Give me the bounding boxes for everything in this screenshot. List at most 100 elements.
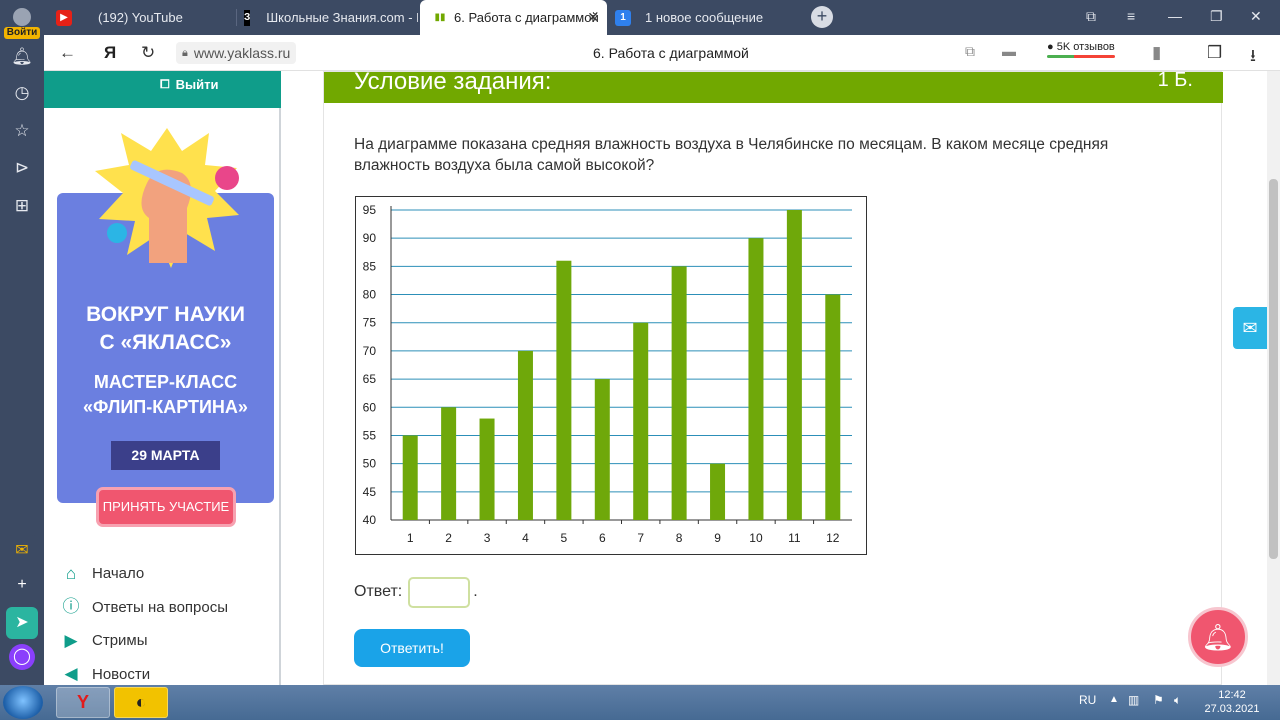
- flag-icon[interactable]: ⚑: [1153, 693, 1164, 707]
- promo-title-line1: ВОКРУГ НАУКИ: [86, 303, 245, 326]
- answer-input[interactable]: [408, 576, 471, 608]
- logout-icon: ⧠: [160, 77, 170, 91]
- language-indicator[interactable]: RU: [1079, 693, 1096, 707]
- page-title: 6. Работа с диаграммой: [593, 45, 749, 61]
- app-taskbar-icon[interactable]: ◐: [114, 687, 168, 718]
- y-tick-label: 90: [363, 231, 377, 245]
- answer-row: Ответ: .: [354, 576, 478, 608]
- nav-item-label: Стримы: [92, 632, 148, 650]
- window-close-icon[interactable]: ✕: [1250, 8, 1262, 25]
- tab-znania[interactable]: З Школьные Знания.com - Р: [244, 0, 418, 35]
- start-button[interactable]: [3, 686, 43, 719]
- close-icon[interactable]: ✕: [587, 9, 599, 26]
- nav-item-label: Ответы на вопросы: [92, 598, 229, 616]
- chat-icon[interactable]: ▬: [1002, 43, 1016, 59]
- tabs-icon[interactable]: ⧉: [1086, 8, 1096, 25]
- url-field[interactable]: 🔒︎ www.yaklass.ru: [176, 42, 297, 64]
- nav-item-streams[interactable]: ▶ Стримы: [60, 624, 270, 658]
- yandex-icon[interactable]: Я: [104, 43, 116, 63]
- mail-icon[interactable]: ✉: [6, 535, 38, 567]
- clock-time: 12:42: [1218, 689, 1246, 701]
- humidity-chart: 40 45 50 55 60 65 70 75 80 85 90 95 1 2 3 4 5 6 7 8 9 10 11 12: [355, 196, 867, 555]
- zen-icon[interactable]: ➤: [6, 607, 38, 639]
- browser-tab-bar: ▶ (192) YouTube З Школьные Знания.com - …: [0, 0, 1280, 35]
- tab-youtube[interactable]: ▶ (192) YouTube: [56, 0, 236, 35]
- promo-subtitle-line1: МАСТЕР-КЛАСС: [93, 372, 238, 392]
- bookmark-icon[interactable]: ▮: [1152, 43, 1161, 63]
- question-text: На диаграмме показана средняя влажность …: [354, 136, 1109, 174]
- alice-icon[interactable]: ◯: [9, 644, 35, 670]
- clock-date: 27.03.2021: [1204, 703, 1260, 715]
- y-tick-label: 85: [363, 259, 377, 273]
- minimize-icon[interactable]: —: [1168, 8, 1182, 24]
- network-icon[interactable]: ▥: [1128, 693, 1139, 707]
- reviews-rating-bar: [1047, 55, 1115, 58]
- site-nav: ⌂ Начало ⓘ Ответы на вопросы ▶ Стримы ◀ …: [60, 557, 270, 685]
- task-points: 1 Б.: [1157, 71, 1193, 91]
- nav-item-answers[interactable]: ⓘ Ответы на вопросы: [60, 591, 270, 625]
- tab-label: 1 новое сообщение: [645, 10, 764, 25]
- logout-button[interactable]: ⧠ Выйти: [160, 77, 218, 92]
- x-tick-label: 1: [407, 531, 414, 545]
- nav-item-news[interactable]: ◀ Новости: [60, 658, 270, 686]
- x-tick-label: 7: [637, 531, 644, 545]
- y-tick-label: 70: [363, 344, 377, 358]
- add-icon[interactable]: +: [6, 569, 38, 601]
- login-button[interactable]: Войти: [4, 6, 40, 42]
- x-tick-label: 2: [445, 531, 452, 545]
- menu-icon[interactable]: ≡: [1127, 8, 1135, 24]
- tab-yaklass[interactable]: ▮▮ 6. Работа с диаграммой ✕: [420, 0, 607, 35]
- notifications-bell-icon[interactable]: 🔔︎: [1188, 607, 1248, 667]
- new-tab-button[interactable]: +: [811, 6, 833, 28]
- x-tick-label: 3: [484, 531, 491, 545]
- lock-icon: 🔒︎: [182, 46, 188, 59]
- volume-icon[interactable]: 🔈︎: [1174, 693, 1181, 708]
- url-text: www.yaklass.ru: [193, 45, 291, 61]
- bar: [556, 260, 572, 520]
- feedback-mail-icon[interactable]: ✉: [1233, 307, 1267, 349]
- os-taskbar: Y ◐ RU ▲ ▥ ⚑ 🔈︎ 12:42 27.03.2021: [0, 685, 1280, 720]
- megaphone-icon: ◀: [64, 664, 78, 684]
- back-arrow-icon[interactable]: ←: [59, 43, 76, 63]
- tab-label: Школьные Знания.com - Р: [266, 10, 418, 25]
- x-tick-label: 12: [826, 531, 840, 545]
- bar: [748, 238, 764, 520]
- answer-label: Ответ:: [354, 583, 403, 600]
- task-header: Условие задания: 1 Б.: [324, 71, 1223, 103]
- y-tick-label: 65: [363, 372, 377, 386]
- download-icon[interactable]: ⭳: [1250, 43, 1256, 72]
- play-icon: ▶: [64, 630, 78, 650]
- history-icon[interactable]: ◷: [11, 82, 33, 104]
- apps-grid-icon[interactable]: ⊞: [11, 195, 33, 217]
- promo-banner[interactable]: ВОКРУГ НАУКИ С «ЯКЛАСС» МАСТЕР-КЛАСС «ФЛ…: [57, 128, 274, 503]
- yandex-browser-taskbar-icon[interactable]: Y: [56, 687, 110, 718]
- restore-icon[interactable]: ❐: [1210, 8, 1223, 25]
- y-tick-label: 75: [363, 316, 377, 330]
- play-circle-icon[interactable]: ⊳: [11, 157, 33, 179]
- refresh-icon[interactable]: ↻: [141, 43, 155, 63]
- x-tick-label: 9: [714, 531, 721, 545]
- bell-outline-icon[interactable]: 🔔︎: [11, 46, 33, 68]
- collections-icon[interactable]: ❒: [1207, 43, 1222, 63]
- reviews-button[interactable]: ● 5K отзывов: [1047, 41, 1115, 58]
- scrollbar-thumb[interactable]: [1269, 179, 1278, 559]
- clock[interactable]: 12:42 27.03.2021: [1200, 688, 1264, 716]
- copy-icon[interactable]: ⧉: [965, 43, 975, 60]
- x-tick-label: 6: [599, 531, 606, 545]
- page-scrollbar[interactable]: [1267, 71, 1280, 685]
- question-icon: ⓘ: [62, 597, 80, 617]
- tray-expand-icon[interactable]: ▲: [1109, 694, 1119, 705]
- bar: [517, 350, 533, 520]
- tab-messages[interactable]: 1 1 новое сообщение: [615, 0, 805, 35]
- y-tick-label: 80: [363, 288, 377, 302]
- y-tick-label: 45: [363, 485, 377, 499]
- tab-label: (192) YouTube: [98, 10, 183, 25]
- promo-title-line2: С «ЯКЛАСС»: [99, 331, 232, 354]
- nav-item-home[interactable]: ⌂ Начало: [60, 557, 270, 591]
- submit-button[interactable]: Ответить!: [354, 629, 470, 667]
- bar: [786, 210, 802, 520]
- promo-subtitle-line2: «ФЛИП-КАРТИНА»: [83, 397, 248, 417]
- star-icon[interactable]: ☆: [11, 120, 33, 142]
- participate-button[interactable]: ПРИНЯТЬ УЧАСТИЕ: [96, 487, 236, 527]
- y-tick-label: 55: [363, 428, 377, 442]
